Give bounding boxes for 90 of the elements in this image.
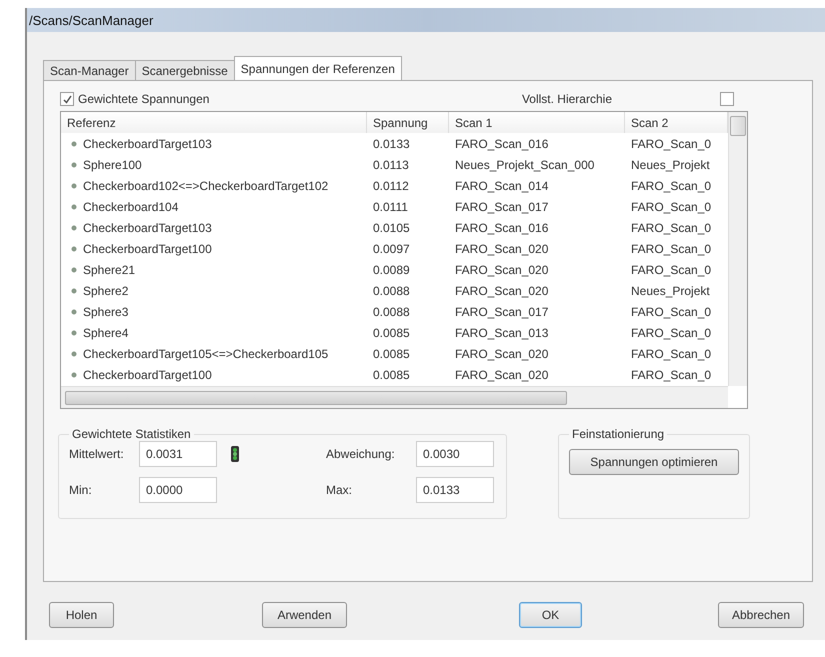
bullet-icon: [71, 204, 77, 210]
table-cell: FARO_Scan_020: [455, 346, 548, 360]
dialog-button[interactable]: OK: [519, 602, 582, 628]
column-header[interactable]: Referenz: [61, 112, 367, 133]
table-cell: FARO_Scan_0: [631, 220, 712, 234]
table-cell: FARO_Scan_016: [455, 136, 548, 150]
table-cell: 0.0113: [373, 158, 409, 172]
bullet-icon: [71, 140, 77, 146]
checkbox[interactable]: [60, 92, 74, 106]
bullet-icon: [71, 288, 77, 294]
table-cell: FARO_Scan_0: [631, 178, 712, 192]
table-cell: 0.0089: [373, 262, 410, 276]
table-cell: CheckerboardTarget100: [83, 368, 212, 382]
bullet-icon: [71, 224, 77, 230]
checkbox[interactable]: [720, 92, 734, 106]
table-cell: Sphere100: [83, 158, 142, 172]
table-cell: 0.0097: [373, 242, 410, 256]
tab[interactable]: Scan-Manager: [43, 60, 136, 80]
field-label: Max:: [326, 483, 354, 497]
dialog-button[interactable]: Arwenden: [262, 602, 347, 628]
table-cell: Neues_Projekt: [631, 158, 710, 172]
bullet-icon: [71, 330, 77, 336]
column-header[interactable]: Scan 1: [449, 112, 625, 133]
bullet-icon: [71, 162, 77, 168]
field-label: Mittelwert:: [69, 447, 125, 461]
table-cell: 0.0112: [373, 178, 409, 192]
table-cell: 0.0105: [373, 220, 410, 234]
vertical-scrollbar[interactable]: [728, 112, 747, 386]
table-cell: FARO_Scan_0: [631, 368, 712, 382]
horizontal-scrollbar[interactable]: [61, 386, 728, 408]
checkbox-label: Gewichtete Spannungen: [78, 92, 210, 106]
table-cell: FARO_Scan_020: [455, 368, 548, 382]
bullet-icon: [71, 266, 77, 272]
table-cell: FARO_Scan_014: [455, 178, 548, 192]
table-cell: Neues_Projekt: [631, 284, 710, 298]
bullet-icon: [71, 246, 77, 252]
table-cell: FARO_Scan_0: [631, 304, 712, 318]
table-cell: 0.0088: [373, 284, 410, 298]
table-cell: FARO_Scan_0: [631, 262, 712, 276]
column-header[interactable]: Spannung: [367, 112, 449, 133]
group-title: Gewichtete Statistiken: [71, 427, 192, 441]
table-cell: Checkerboard104: [83, 200, 178, 214]
table-cell: FARO_Scan_017: [455, 304, 548, 318]
value-field[interactable]: 0.0000: [139, 477, 217, 503]
tab[interactable]: Scanergebnisse: [134, 60, 235, 80]
table-cell: FARO_Scan_013: [455, 326, 548, 340]
table-cell: FARO_Scan_016: [455, 220, 548, 234]
traffic-light-icon: [231, 446, 239, 462]
group-title: Feinstationierung: [571, 427, 666, 441]
table-cell: Checkerboard102<=>CheckerboardTarget102: [83, 178, 328, 192]
bullet-icon: [71, 350, 77, 356]
bullet-icon: [71, 372, 77, 378]
table-cell: Sphere4: [83, 326, 128, 340]
table-cell: 0.0085: [373, 368, 410, 382]
table-cell: Sphere2: [83, 284, 128, 298]
table-cell: FARO_Scan_017: [455, 200, 548, 214]
bullet-icon: [71, 308, 77, 314]
table-cell: FARO_Scan_0: [631, 346, 712, 360]
table-cell: CheckerboardTarget105<=>Checkerboard105: [83, 346, 328, 360]
table-cell: FARO_Scan_0: [631, 200, 712, 214]
optimize-button[interactable]: Spannungen optimieren: [569, 449, 739, 475]
table-cell: FARO_Scan_0: [631, 136, 712, 150]
table-cell: FARO_Scan_020: [455, 242, 548, 256]
field-label: Min:: [69, 483, 93, 497]
checkbox-label: Vollst. Hierarchie: [522, 92, 612, 106]
table-cell: FARO_Scan_020: [455, 262, 548, 276]
table-cell: FARO_Scan_0: [631, 326, 712, 340]
field-label: Abweichung:: [326, 447, 396, 461]
value-field[interactable]: 0.0133: [416, 477, 494, 503]
table-cell: 0.0133: [373, 136, 410, 150]
column-header[interactable]: Scan 2: [625, 112, 728, 133]
table-cell: CheckerboardTarget103: [83, 136, 212, 150]
table-cell: 0.0111: [373, 200, 408, 214]
tab[interactable]: Spannungen der Referenzen: [234, 56, 402, 80]
window-title: /Scans/ScanManager: [29, 12, 154, 28]
table-cell: CheckerboardTarget100: [83, 242, 212, 256]
table-cell: FARO_Scan_0: [631, 242, 712, 256]
table-cell: Sphere21: [83, 262, 136, 276]
value-field[interactable]: 0.0031: [139, 441, 217, 467]
value-field[interactable]: 0.0030: [416, 441, 494, 467]
table-cell: 0.0088: [373, 304, 410, 318]
table-cell: FARO_Scan_020: [455, 284, 548, 298]
table-cell: Neues_Projekt_Scan_000: [455, 158, 594, 172]
table-cell: 0.0085: [373, 346, 410, 360]
dialog-button[interactable]: Abbrechen: [718, 602, 804, 628]
table-cell: CheckerboardTarget103: [83, 220, 212, 234]
table-cell: 0.0085: [373, 326, 410, 340]
table-cell: Sphere3: [83, 304, 128, 318]
bullet-icon: [71, 182, 77, 188]
dialog-button[interactable]: Holen: [49, 602, 114, 628]
